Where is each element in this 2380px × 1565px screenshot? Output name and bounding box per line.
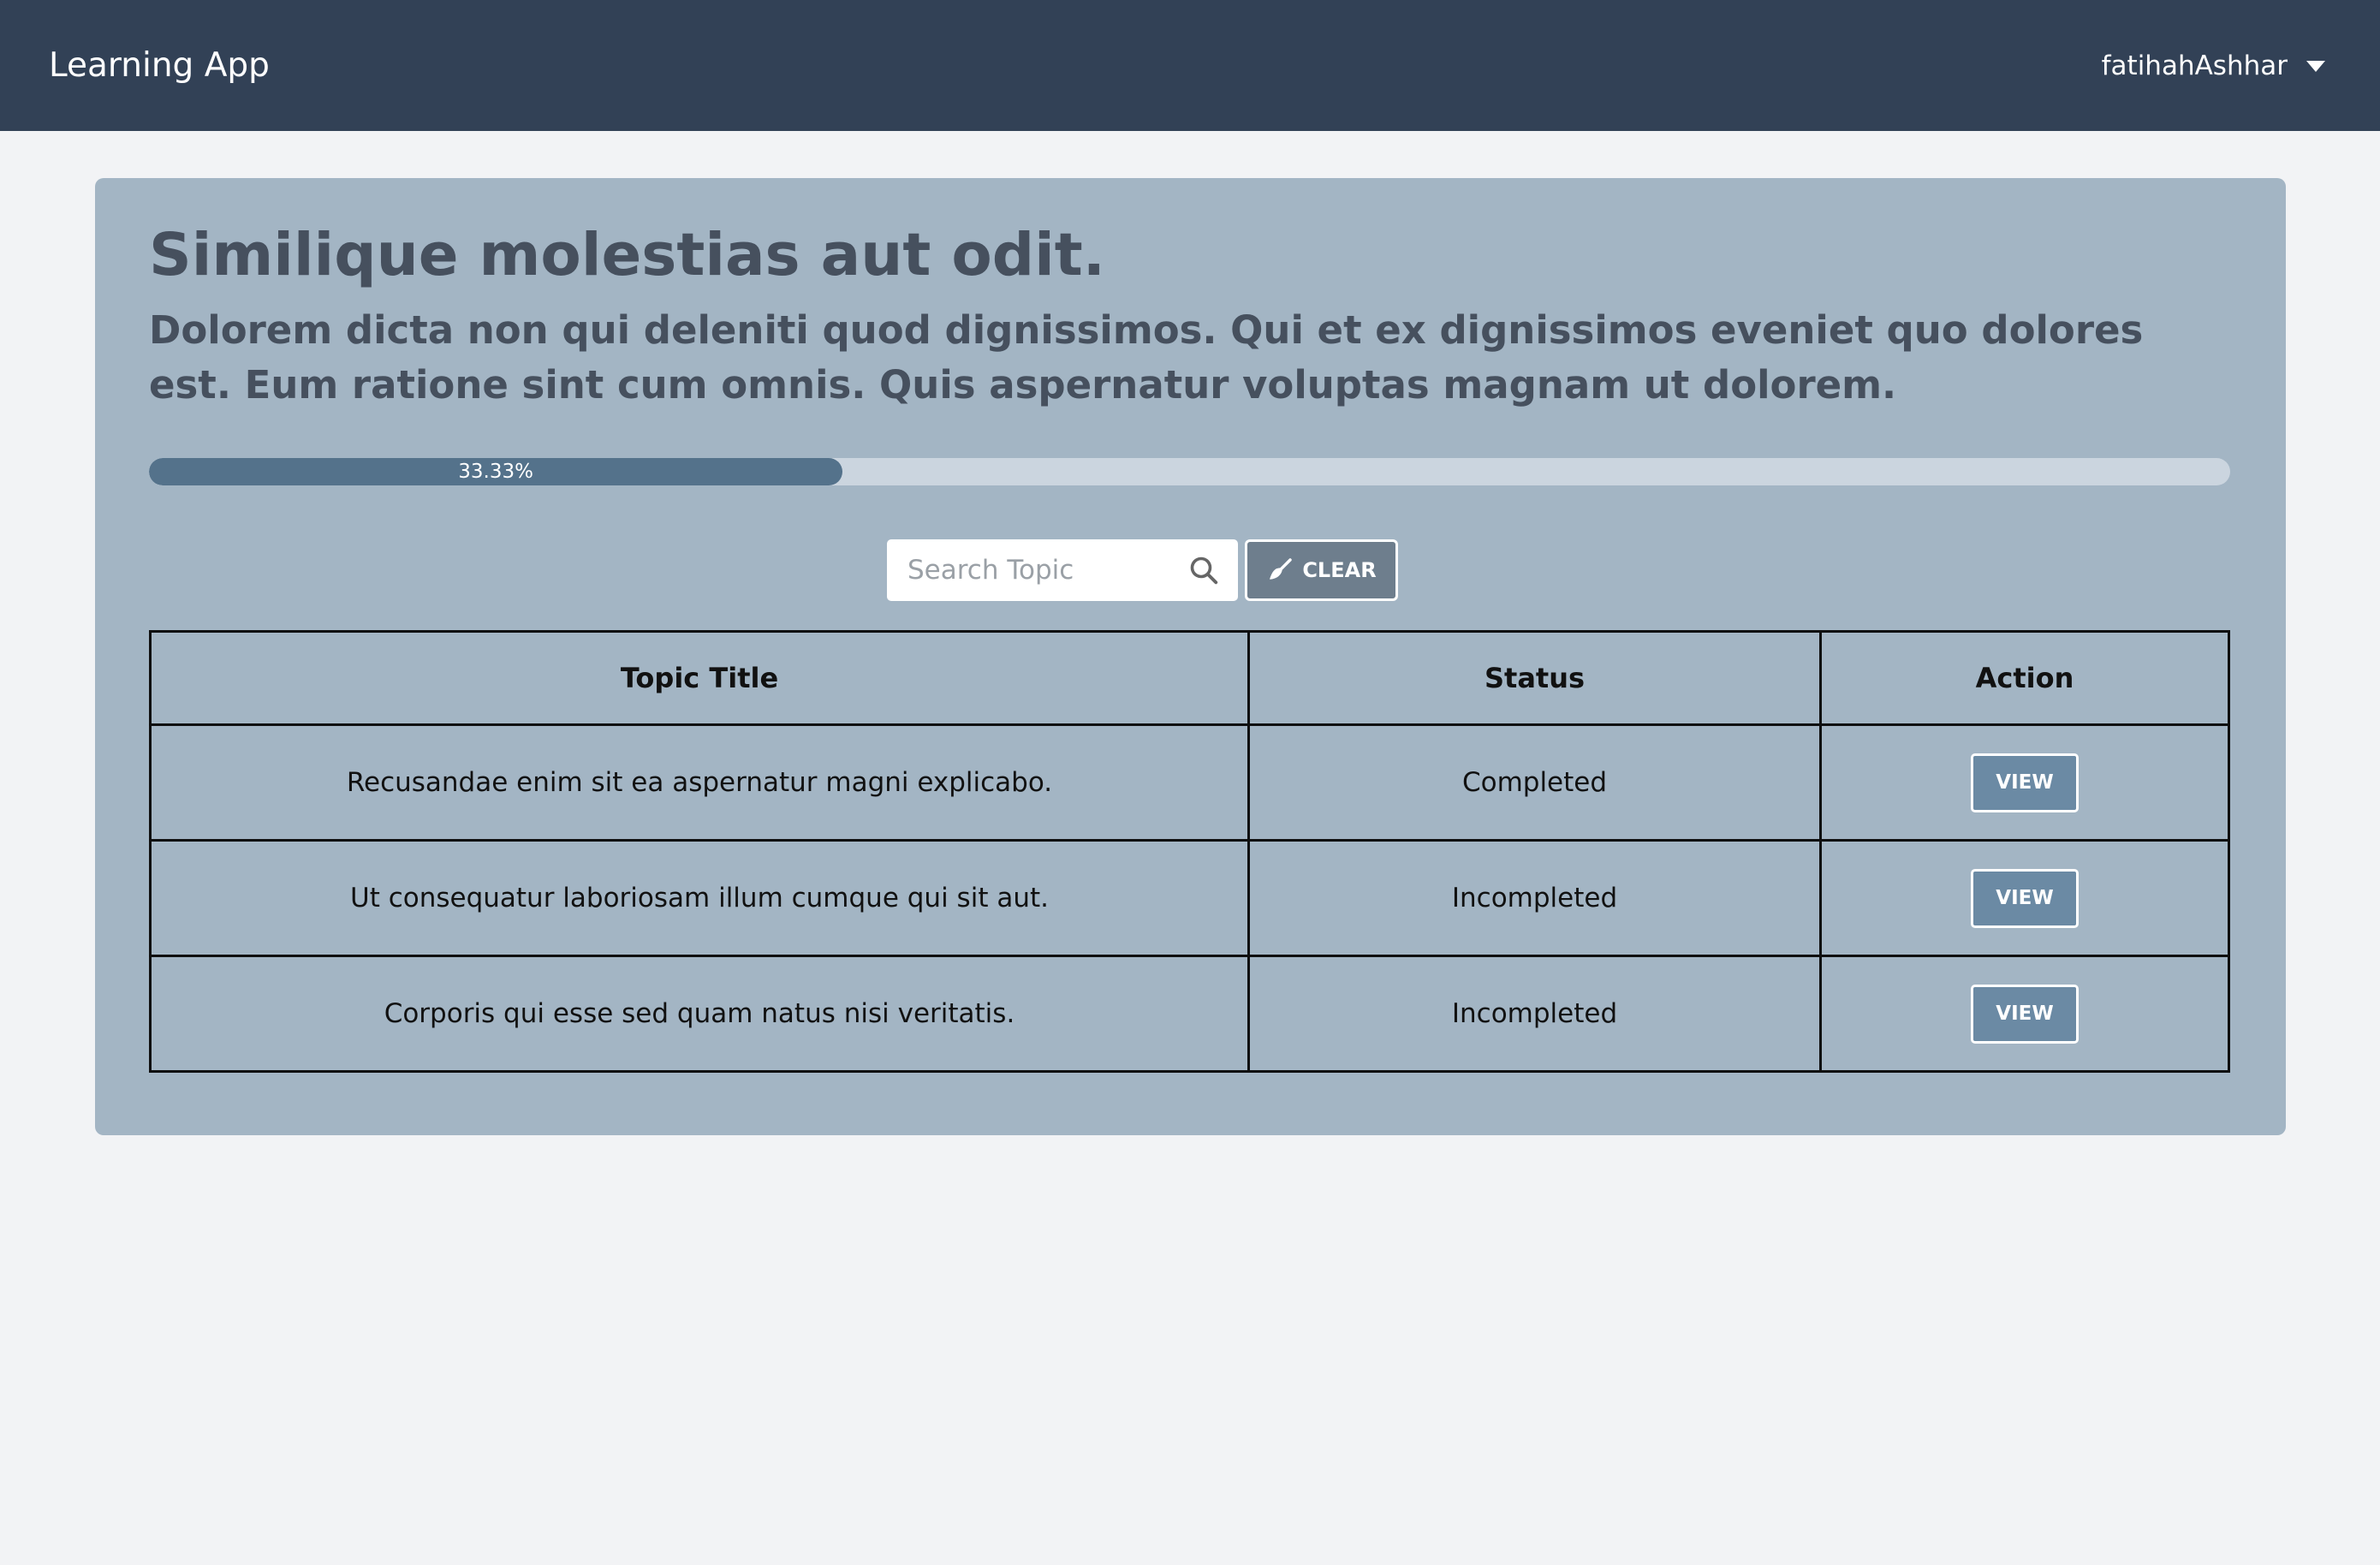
view-button[interactable]: VIEW	[1971, 868, 2079, 928]
row-status: Completed	[1247, 723, 1822, 842]
table-row: Corporis qui esse sed quam natus nisi ve…	[149, 955, 2230, 1073]
row-action: VIEW	[1819, 955, 2230, 1073]
brush-icon	[1270, 558, 1293, 580]
username: fatihahAshhar	[2101, 50, 2288, 81]
progress-bar: 33.33%	[149, 458, 2230, 485]
row-status: Incompleted	[1247, 955, 1822, 1073]
row-topic-title: Corporis qui esse sed quam natus nisi ve…	[149, 955, 1250, 1073]
table-row: Ut consequatur laboriosam illum cumque q…	[149, 839, 2230, 957]
app-brand[interactable]: Learning App	[49, 0, 270, 131]
row-topic-title: Ut consequatur laboriosam illum cumque q…	[149, 839, 1250, 957]
table-row: Recusandae enim sit ea aspernatur magni …	[149, 723, 2230, 842]
row-topic-title: Recusandae enim sit ea aspernatur magni …	[149, 723, 1250, 842]
page-title: Similique molestias aut odit.	[149, 221, 1105, 289]
view-button[interactable]: VIEW	[1971, 753, 2079, 812]
navbar: Learning App fatihahAshhar	[0, 0, 2380, 131]
user-menu[interactable]: fatihahAshhar	[2102, 0, 2325, 131]
header-status: Status	[1247, 630, 1822, 726]
search-icon[interactable]	[1188, 555, 1219, 586]
progress-fill: 33.33%	[149, 458, 843, 485]
header-topic-title: Topic Title	[149, 630, 1250, 726]
clear-label: CLEAR	[1302, 558, 1377, 582]
row-status: Incompleted	[1247, 839, 1822, 957]
search-box	[887, 539, 1238, 601]
view-button[interactable]: VIEW	[1971, 984, 2079, 1044]
search-input[interactable]	[906, 554, 1188, 586]
header-action: Action	[1819, 630, 2230, 726]
clear-button[interactable]: CLEAR	[1245, 539, 1398, 601]
topic-card: Similique molestias aut odit. Dolorem di…	[95, 178, 2286, 1135]
table-header-row: Topic Title Status Action	[149, 630, 2230, 726]
topics-table: Topic Title Status Action Recusandae eni…	[149, 630, 2230, 1073]
row-action: VIEW	[1819, 723, 2230, 842]
search-row: CLEAR	[887, 539, 1398, 601]
page-description: Dolorem dicta non qui deleniti quod dign…	[149, 307, 2144, 408]
chevron-down-icon	[2306, 61, 2325, 72]
row-action: VIEW	[1819, 839, 2230, 957]
